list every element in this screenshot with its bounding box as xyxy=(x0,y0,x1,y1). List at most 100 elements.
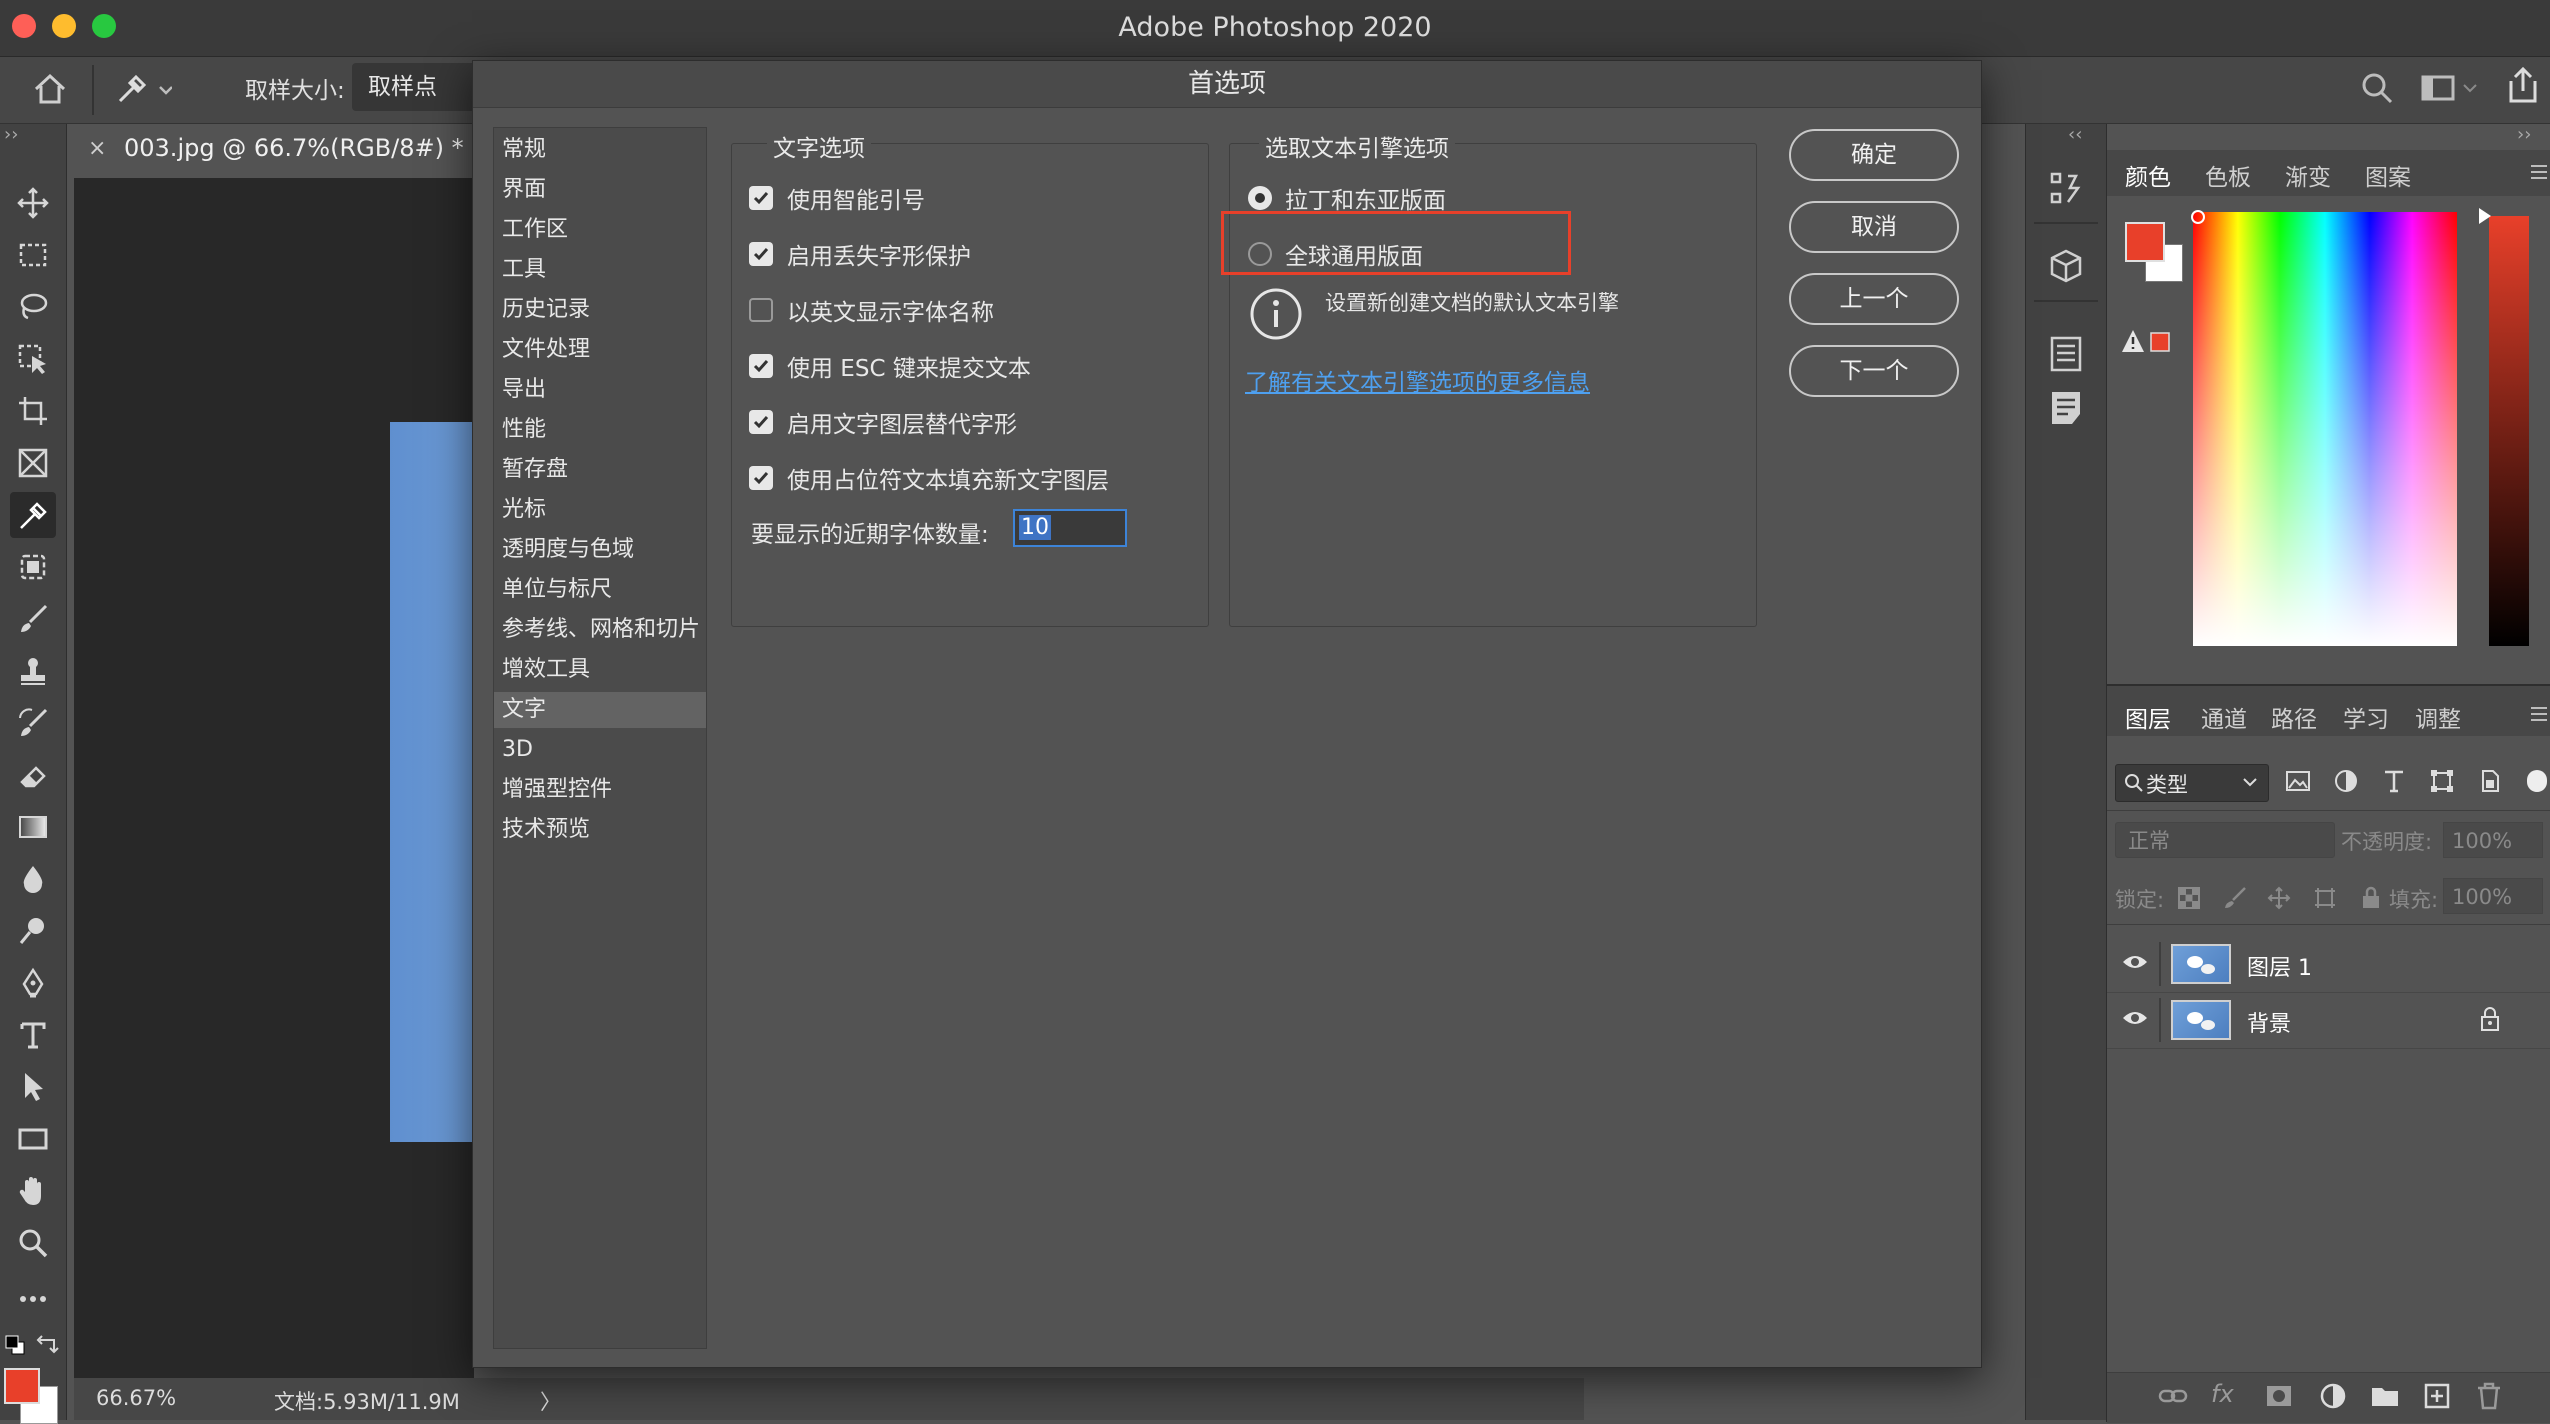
color-spectrum-field[interactable] xyxy=(2193,212,2457,646)
move-tool-icon[interactable] xyxy=(10,180,56,226)
type-filter-icon[interactable] xyxy=(2381,768,2407,798)
lasso-tool-icon[interactable] xyxy=(10,284,56,330)
color-panel-foreground-swatch[interactable] xyxy=(2125,222,2165,262)
previous-button[interactable]: 上一个 xyxy=(1789,273,1959,325)
checkbox-checked[interactable] xyxy=(749,354,773,378)
out-of-gamut-warning-icon[interactable] xyxy=(2121,328,2171,360)
new-layer-icon[interactable] xyxy=(2421,1380,2453,1416)
layer-name[interactable]: 图层 1 xyxy=(2247,950,2312,982)
zoom-tool-icon[interactable] xyxy=(10,1220,56,1266)
radio-unselected-icon[interactable] xyxy=(1247,241,1273,267)
category-item-type[interactable]: 文字 xyxy=(494,692,706,728)
cancel-button[interactable]: 取消 xyxy=(1789,201,1959,253)
category-item-units-rulers[interactable]: 单位与标尺 xyxy=(494,572,706,608)
adjustment-filter-icon[interactable] xyxy=(2333,768,2359,798)
delete-layer-icon[interactable] xyxy=(2473,1380,2505,1416)
category-item-3d[interactable]: 3D xyxy=(494,732,706,768)
type-tool-icon[interactable] xyxy=(10,1012,56,1058)
category-item-transparency-gamut[interactable]: 透明度与色域 xyxy=(494,532,706,568)
layer-name[interactable]: 背景 xyxy=(2247,1006,2291,1038)
foreground-color-swatch[interactable] xyxy=(4,1368,40,1404)
shape-filter-icon[interactable] xyxy=(2429,768,2455,798)
slider-handle-icon[interactable] xyxy=(2477,206,2493,230)
search-icon[interactable] xyxy=(2360,71,2394,109)
3d-panel-icon[interactable] xyxy=(2046,246,2086,290)
dodge-tool-icon[interactable] xyxy=(10,908,56,954)
smart-object-filter-icon[interactable] xyxy=(2477,768,2503,798)
notes-panel-icon[interactable] xyxy=(2046,388,2086,432)
option-esc-commit-text[interactable]: 使用 ESC 键来提交文本 xyxy=(749,349,1031,383)
option-alternate-glyphs[interactable]: 启用文字图层替代字形 xyxy=(749,405,1017,439)
category-item-general[interactable]: 常规 xyxy=(494,132,706,168)
marquee-tool-icon[interactable] xyxy=(10,232,56,278)
radio-world-ready[interactable]: 全球通用版面 xyxy=(1247,237,1423,271)
sample-size-select[interactable]: 取样点 xyxy=(352,63,482,111)
layer-row[interactable]: 图层 1 xyxy=(2107,936,2550,993)
object-selection-tool-icon[interactable] xyxy=(10,336,56,382)
category-item-performance[interactable]: 性能 xyxy=(494,412,706,448)
history-panel-icon[interactable] xyxy=(2046,168,2086,212)
tab-patterns[interactable]: 图案 xyxy=(2365,158,2411,192)
new-adjustment-layer-icon[interactable] xyxy=(2317,1380,2349,1416)
eyedropper-tool-preset-icon[interactable] xyxy=(112,69,173,113)
tab-gradients[interactable]: 渐变 xyxy=(2285,158,2331,192)
brush-tool-icon[interactable] xyxy=(10,596,56,642)
default-colors-icon[interactable] xyxy=(4,1334,26,1360)
close-document-button[interactable]: × xyxy=(88,136,106,161)
category-item-technology-previews[interactable]: 技术预览 xyxy=(494,812,706,848)
lock-pixels-icon[interactable] xyxy=(2223,886,2247,914)
blend-mode-select[interactable]: 正常 xyxy=(2115,822,2335,858)
tab-layers[interactable]: 图层 xyxy=(2125,700,2171,734)
color-picker-cursor[interactable] xyxy=(2191,210,2205,224)
category-item-tools[interactable]: 工具 xyxy=(494,252,706,288)
canvas-area[interactable] xyxy=(74,178,480,1378)
healing-brush-tool-icon[interactable] xyxy=(10,544,56,590)
ok-button[interactable]: 确定 xyxy=(1789,129,1959,181)
collapse-dock-icon[interactable]: ‹‹ xyxy=(2068,124,2082,145)
layer-row[interactable]: 背景 xyxy=(2107,992,2550,1049)
option-font-names-in-english[interactable]: 以英文显示字体名称 xyxy=(749,293,994,327)
category-item-workspace[interactable]: 工作区 xyxy=(494,212,706,248)
lock-transparent-icon[interactable] xyxy=(2177,886,2201,914)
category-item-interface[interactable]: 界面 xyxy=(494,172,706,208)
more-tools-icon[interactable] xyxy=(10,1276,56,1322)
workspace-icon[interactable] xyxy=(2420,71,2480,109)
category-item-history-log[interactable]: 历史记录 xyxy=(494,292,706,328)
tab-adjustments[interactable]: 调整 xyxy=(2415,700,2461,734)
checkbox-unchecked[interactable] xyxy=(749,298,773,322)
checkbox-checked[interactable] xyxy=(749,186,773,210)
tab-color[interactable]: 颜色 xyxy=(2125,158,2171,192)
tab-paths[interactable]: 路径 xyxy=(2271,700,2317,734)
brightness-slider[interactable] xyxy=(2489,216,2529,646)
checkbox-checked[interactable] xyxy=(749,466,773,490)
frame-tool-icon[interactable] xyxy=(10,440,56,486)
layer-lock-icon[interactable] xyxy=(2479,1006,2501,1036)
panel-menu-icon[interactable] xyxy=(2529,162,2549,186)
option-missing-glyph-protection[interactable]: 启用丢失字形保护 xyxy=(749,237,971,271)
rectangle-tool-icon[interactable] xyxy=(10,1116,56,1162)
clone-stamp-tool-icon[interactable] xyxy=(10,648,56,694)
recent-fonts-input[interactable]: 10 xyxy=(1013,509,1127,547)
lock-artboard-icon[interactable] xyxy=(2313,886,2337,914)
category-item-plugins[interactable]: 增效工具 xyxy=(494,652,706,688)
hand-tool-icon[interactable] xyxy=(10,1168,56,1214)
category-item-file-handling[interactable]: 文件处理 xyxy=(494,332,706,368)
option-placeholder-text[interactable]: 使用占位符文本填充新文字图层 xyxy=(749,461,1109,495)
pixel-filter-icon[interactable] xyxy=(2285,768,2311,798)
next-button[interactable]: 下一个 xyxy=(1789,345,1959,397)
swap-colors-icon[interactable] xyxy=(36,1332,60,1360)
category-item-cursors[interactable]: 光标 xyxy=(494,492,706,528)
status-menu-arrow[interactable]: 〉 xyxy=(540,1386,561,1416)
collapse-panel-icon[interactable]: ›› xyxy=(2517,124,2531,145)
checkbox-checked[interactable] xyxy=(749,242,773,266)
eraser-tool-icon[interactable] xyxy=(10,752,56,798)
blur-tool-icon[interactable] xyxy=(10,856,56,902)
opacity-input[interactable]: 100% xyxy=(2443,822,2543,858)
visibility-eye-icon[interactable] xyxy=(2121,1008,2149,1032)
checkbox-checked[interactable] xyxy=(749,410,773,434)
pen-tool-icon[interactable] xyxy=(10,960,56,1006)
gradient-tool-icon[interactable] xyxy=(10,804,56,850)
radio-latin-east-asian[interactable]: 拉丁和东亚版面 xyxy=(1247,181,1446,215)
tab-learn[interactable]: 学习 xyxy=(2343,700,2389,734)
history-brush-tool-icon[interactable] xyxy=(10,700,56,746)
